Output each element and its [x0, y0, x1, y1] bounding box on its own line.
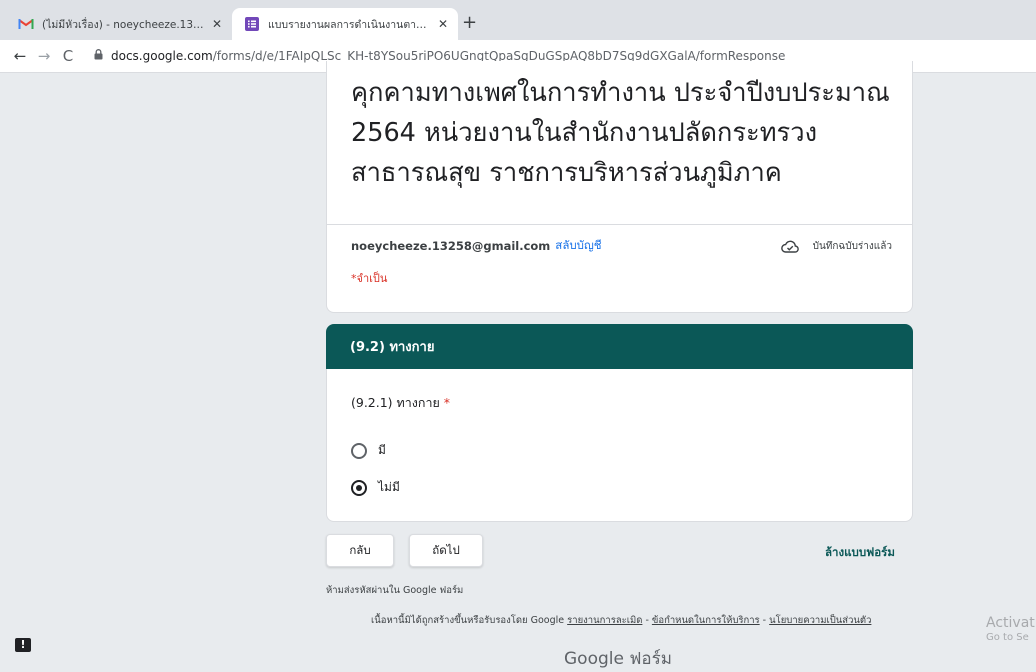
- form-title-card: คุกคามทางเพศในการทำงาน ประจำปีงบประมาณ 2…: [326, 61, 913, 313]
- tab-gmail-label: (ไม่มีหัวเรื่อง) - noeycheeze.13258@: [42, 18, 206, 31]
- radio-yes[interactable]: [351, 442, 367, 459]
- back-arrow-icon[interactable]: ←: [8, 47, 32, 65]
- disclaimer: เนื้อหานี้มิได้ถูกสร้างขึ้นหรือรับรองโดย…: [371, 613, 871, 628]
- privacy-link[interactable]: นโยบายความเป็นส่วนตัว: [769, 615, 871, 626]
- google-forms-icon: [244, 17, 260, 31]
- forward-arrow-icon[interactable]: →: [32, 47, 56, 65]
- reload-icon[interactable]: C: [56, 47, 80, 65]
- saved-status-text: บันทึกฉบับร่างแล้ว: [812, 240, 892, 252]
- option-yes-label: มี: [378, 443, 386, 457]
- separator: -: [759, 615, 770, 626]
- activate-line1: Activat: [986, 615, 1035, 631]
- option-no-label: ไม่มี: [378, 480, 400, 494]
- question-title: (9.2.1) ทางกาย *: [351, 393, 450, 413]
- password-warning: ห้ามส่งรหัสผ่านใน Google ฟอร์ม: [326, 585, 464, 596]
- option-yes[interactable]: มี: [351, 441, 386, 460]
- browser-tab-strip: (ไม่มีหัวเรื่อง) - noeycheeze.13258@ ✕ แ…: [0, 0, 1036, 40]
- back-button[interactable]: กลับ: [326, 534, 394, 567]
- question-card: (9.2.1) ทางกาย * มี ไม่มี: [326, 369, 913, 522]
- required-note: *จำเป็น: [351, 272, 388, 285]
- report-abuse-link[interactable]: รายงานการละเมิด: [567, 615, 642, 626]
- tab-forms[interactable]: แบบรายงานผลการดำเนินงานตามมาตร ✕: [232, 8, 458, 40]
- next-button[interactable]: ถัดไป: [409, 534, 483, 567]
- draft-saved-status: บันทึกฉบับร่างแล้ว: [780, 239, 892, 254]
- page-content: คุกคามทางเพศในการทำงาน ประจำปีงบประมาณ 2…: [0, 61, 1036, 669]
- cloud-done-icon: [780, 240, 799, 253]
- activate-line2: Go to Se: [986, 632, 1029, 643]
- feedback-icon[interactable]: !: [15, 638, 31, 652]
- account-row: noeycheeze.13258@gmail.com สลับบัญชี บัน…: [351, 236, 892, 256]
- form-title: คุกคามทางเพศในการทำงาน ประจำปีงบประมาณ 2…: [351, 78, 890, 188]
- tab-forms-label: แบบรายงานผลการดำเนินงานตามมาตร: [268, 18, 432, 31]
- close-tab-icon[interactable]: ✕: [438, 17, 448, 31]
- disclaimer-text: เนื้อหานี้มิได้ถูกสร้างขึ้นหรือรับรองโดย…: [371, 615, 565, 626]
- radio-no-selected[interactable]: [351, 479, 367, 496]
- section-header: (9.2) ทางกาย: [326, 324, 913, 369]
- tab-gmail[interactable]: (ไม่มีหัวเรื่อง) - noeycheeze.13258@ ✕: [6, 8, 232, 40]
- new-tab-button[interactable]: +: [462, 12, 477, 33]
- lock-icon: [94, 49, 103, 63]
- logo-forms: ฟอร์ม: [629, 649, 672, 669]
- account-email: noeycheeze.13258@gmail.com: [351, 239, 551, 253]
- clear-form-button[interactable]: ล้างแบบฟอร์ม: [825, 544, 895, 562]
- terms-link[interactable]: ข้อกำหนดในการให้บริการ: [652, 615, 760, 626]
- close-tab-icon[interactable]: ✕: [212, 17, 222, 31]
- option-no[interactable]: ไม่มี: [351, 478, 400, 497]
- question-title-text: (9.2.1) ทางกาย: [351, 395, 440, 410]
- required-mark: *: [443, 395, 451, 410]
- activate-windows-watermark: Activat Go to Se: [986, 615, 1035, 645]
- gmail-icon: [18, 17, 34, 31]
- url-host: docs.google.com: [111, 49, 213, 63]
- divider: [327, 224, 912, 225]
- logo-google: Google: [564, 649, 624, 669]
- separator: -: [642, 615, 652, 626]
- switch-account-link[interactable]: สลับบัญชี: [555, 237, 601, 255]
